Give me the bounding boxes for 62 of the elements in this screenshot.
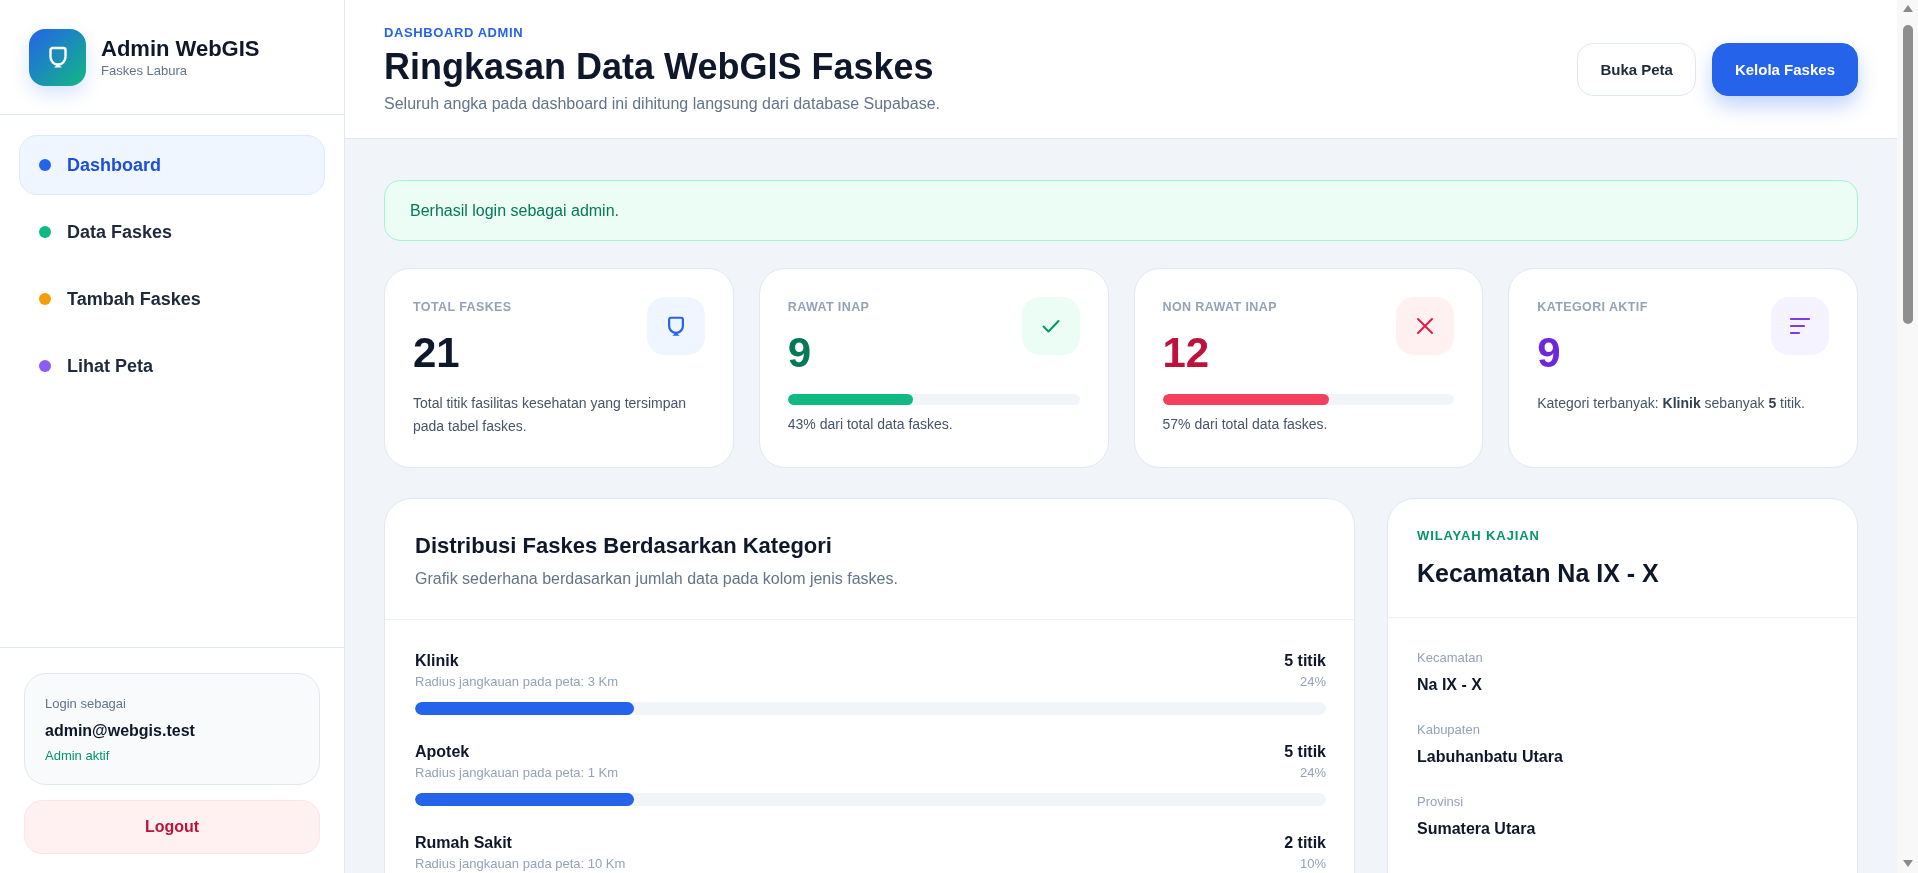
success-alert: Berhasil login sebagai admin. — [384, 180, 1858, 241]
nav-item[interactable]: Data Faskes — [19, 202, 325, 262]
stat-note: Total titik fasilitas kesehatan yang tersimpan pada tabel faskes. — [413, 394, 688, 436]
field-label: Kecamatan — [1417, 649, 1484, 667]
caret-down-icon[interactable] — [1902, 860, 1913, 867]
stat-label: TOTAL FASKES — [413, 299, 512, 316]
user-email: admin@webgis.test — [45, 721, 196, 741]
close-icon — [1396, 297, 1455, 355]
category-count: 2 titik — [1284, 833, 1326, 853]
stat-value: 21 — [413, 331, 461, 375]
card-title: Distribusi Faskes Berdasarkan Kategori — [415, 532, 833, 560]
field-value: Labuhanbatu Utara — [1417, 747, 1564, 767]
region-eyebrow: WILAYAH KAJIAN — [1417, 528, 1541, 544]
field-label: Kabupaten — [1417, 721, 1481, 739]
lines-icon — [1771, 297, 1829, 355]
nav-label: Lihat Peta — [67, 355, 154, 377]
category-percent: 10% — [1299, 855, 1326, 873]
logo-icon — [29, 28, 86, 86]
region-title: Kecamatan Na IX - X — [1417, 559, 1660, 587]
header-button[interactable]: Buka Peta — [1577, 42, 1696, 96]
stat-note: 57% dari total data faskes. — [1162, 415, 1329, 434]
field-label: Provinsi — [1417, 793, 1465, 811]
stat-value: 9 — [787, 331, 813, 375]
header-button[interactable]: Kelola Faskes — [1711, 42, 1858, 96]
field-value: Na IX - X — [1417, 675, 1483, 695]
nav-item[interactable]: Tambah Faskes — [19, 269, 325, 329]
category-count: 5 titik — [1284, 651, 1326, 671]
scrollbar-thumb[interactable] — [1902, 25, 1913, 324]
stat-label: KATEGORI AKTIF — [1537, 299, 1648, 316]
check-icon — [1021, 297, 1080, 355]
category-radius: Radius jangkauan pada peta: 3 Km — [415, 673, 619, 691]
brand-subtitle: Faskes Labura — [101, 62, 188, 79]
stat-value: 12 — [1162, 331, 1211, 375]
stat-value: 9 — [1537, 331, 1562, 375]
category-percent: 24% — [1299, 764, 1326, 782]
nav-label: Data Faskes — [67, 221, 173, 243]
category-name: Klinik — [415, 651, 459, 671]
category-count: 5 titik — [1284, 742, 1326, 762]
brand-title: Admin WebGIS — [101, 35, 260, 62]
category-percent: 24% — [1299, 673, 1326, 691]
page-title: Ringkasan Data WebGIS Faskes — [384, 46, 935, 87]
card-subtitle: Grafik sederhana berdasarkan jumlah data pada kolom jenis faskes. — [415, 569, 899, 589]
nav-label: Tambah Faskes — [67, 288, 201, 310]
stat-note: Kategori terbanyak: Klinik sebanyak 5 titik. — [1537, 394, 1806, 413]
caret-up-icon[interactable] — [1902, 5, 1913, 12]
page-subtitle: Seluruh angka pada dashboard ini dihitung langsung dari database Supabase. — [384, 93, 940, 114]
category-name: Rumah Sakit — [415, 833, 512, 853]
stat-note: 43% dari total data faskes. — [787, 415, 954, 434]
category-name: Apotek — [415, 742, 470, 762]
category-radius: Radius jangkauan pada peta: 10 Km — [415, 855, 626, 873]
nav-item[interactable]: Dashboard — [19, 135, 325, 195]
page-eyebrow: DASHBOARD ADMIN — [384, 24, 525, 41]
holder-icon — [646, 297, 705, 355]
nav-label: Dashboard — [67, 154, 162, 176]
stat-label: RAWAT INAP — [787, 299, 870, 316]
field-value: Sumatera Utara — [1417, 819, 1537, 839]
logout-button[interactable]: Logout — [24, 800, 320, 854]
user-status: Admin aktif — [45, 747, 111, 765]
stat-label: NON RAWAT INAP — [1162, 299, 1277, 316]
login-caption: Login sebagai — [45, 695, 127, 713]
nav-item[interactable]: Lihat Peta — [19, 336, 325, 396]
category-radius: Radius jangkauan pada peta: 1 Km — [415, 764, 619, 782]
